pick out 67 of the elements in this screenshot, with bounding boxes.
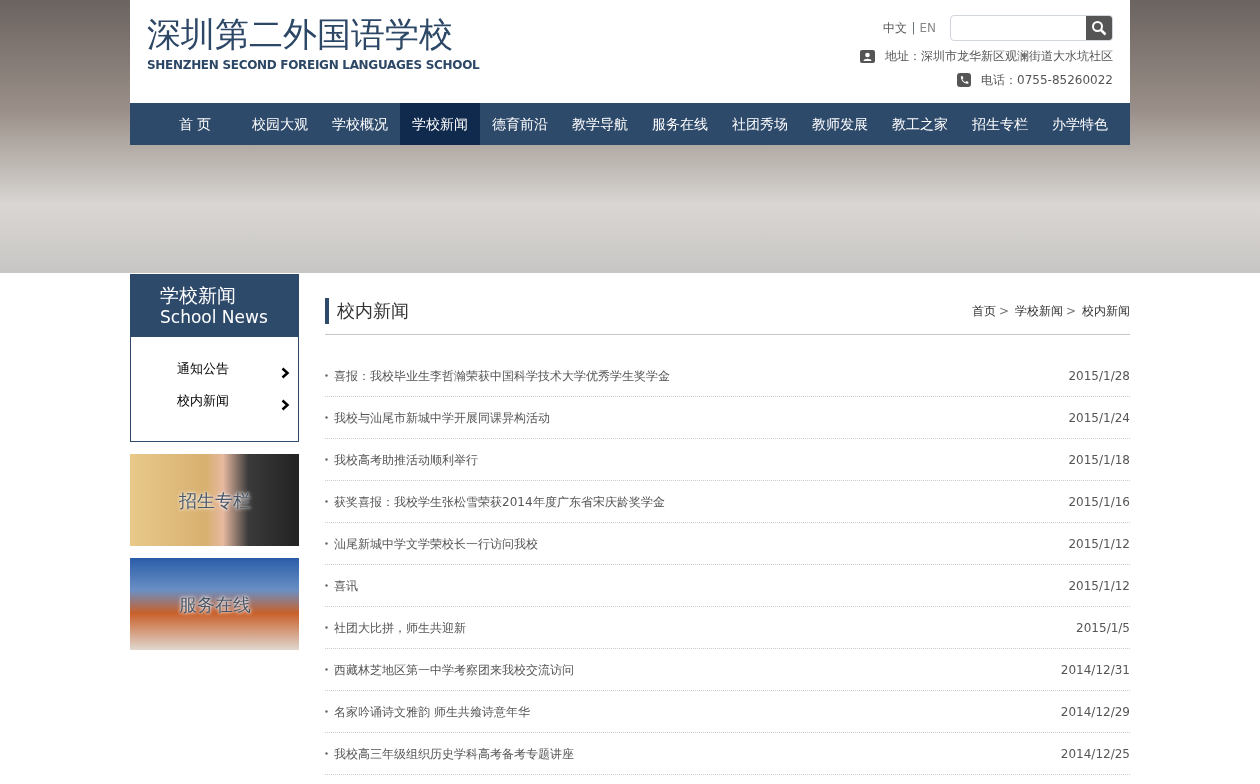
news-link[interactable]: 名家吟诵诗文雅韵 师生共飨诗意年华	[334, 702, 530, 721]
breadcrumb-separator: >	[1065, 303, 1076, 320]
bullet-icon	[325, 584, 328, 587]
nav-tab[interactable]: 德育前沿	[480, 103, 560, 145]
chevron-right-icon	[281, 367, 290, 379]
bullet-icon	[325, 458, 328, 461]
news-link[interactable]: 西藏林芝地区第一中学考察团来我校交流访问	[334, 660, 574, 679]
school-name-english: SHENZHEN SECOND FOREIGN LANGUAGES SCHOOL	[147, 57, 480, 74]
breadcrumb-link[interactable]: 校内新闻	[1082, 302, 1130, 320]
promo-label: 服务在线	[178, 592, 251, 617]
sidebar-item[interactable]: 校内新闻	[131, 385, 298, 417]
news-date: 2015/1/12	[1068, 577, 1130, 595]
sidebar-title: 学校新闻	[160, 284, 237, 306]
bullet-icon	[325, 542, 328, 545]
nav-tab[interactable]: 办学特色	[1040, 103, 1120, 145]
bullet-icon	[325, 668, 328, 671]
news-link[interactable]: 汕尾新城中学文学荣校长一行访问我校	[334, 534, 538, 553]
nav-tab[interactable]: 社团秀场	[720, 103, 800, 145]
contact-card-icon	[860, 49, 875, 63]
chevron-right-icon	[281, 399, 290, 411]
news-date: 2014/12/29	[1060, 703, 1130, 721]
breadcrumb-link[interactable]: 首页	[971, 302, 996, 320]
language-link[interactable]: 中文	[883, 19, 908, 37]
news-link[interactable]: 喜报：我校毕业生李哲瀚荣获中国科学技术大学优秀学生奖学金	[334, 366, 670, 385]
bullet-icon	[325, 500, 328, 503]
news-date: 2014/12/25	[1060, 745, 1130, 763]
nav-tab[interactable]: 首 页	[150, 103, 240, 145]
language-link[interactable]: EN	[919, 19, 936, 37]
news-date: 2015/1/5	[1076, 619, 1130, 637]
news-date: 2015/1/28	[1068, 367, 1130, 385]
news-link[interactable]: 我校与汕尾市新城中学开展同课异构活动	[334, 408, 550, 427]
breadcrumb-separator: >	[998, 303, 1009, 320]
breadcrumb-link[interactable]: 学校新闻	[1014, 302, 1063, 320]
nav-tab[interactable]: 教工之家	[880, 103, 960, 145]
news-date: 2015/1/16	[1068, 493, 1130, 511]
search-icon	[1091, 20, 1107, 36]
address-text: 地址：深圳市龙华新区观澜街道大水坑社区	[885, 48, 1113, 65]
nav-tab[interactable]: 学校新闻	[400, 103, 480, 145]
bullet-icon	[325, 626, 328, 629]
news-date: 2014/12/31	[1060, 661, 1130, 679]
news-date: 2015/1/12	[1068, 535, 1130, 553]
bullet-icon	[325, 374, 328, 377]
news-link[interactable]: 喜讯	[334, 576, 358, 595]
news-date: 2015/1/18	[1068, 451, 1130, 469]
nav-tab[interactable]: 招生专栏	[960, 103, 1040, 145]
nav-tab[interactable]: 教学导航	[560, 103, 640, 145]
language-separator: |	[911, 20, 916, 37]
nav-tab[interactable]: 校园大观	[240, 103, 320, 145]
school-name: 深圳第二外国语学校	[147, 13, 454, 56]
news-link[interactable]: 社团大比拼，师生共迎新	[334, 618, 466, 637]
nav-tab[interactable]: 教师发展	[800, 103, 880, 145]
sidebar-title-english: School News	[160, 306, 269, 328]
sidebar-item[interactable]: 通知公告	[131, 353, 298, 385]
bullet-icon	[325, 416, 328, 419]
news-date: 2015/1/24	[1068, 409, 1130, 427]
news-link[interactable]: 获奖喜报：我校学生张松雪荣获2014年度广东省宋庆龄奖学金	[334, 492, 665, 511]
news-link[interactable]: 我校高考助推活动顺利举行	[334, 450, 478, 469]
bullet-icon	[325, 752, 328, 755]
bullet-icon	[325, 710, 328, 713]
nav-tab[interactable]: 学校概况	[320, 103, 400, 145]
phone-icon	[957, 73, 972, 87]
search-button[interactable]	[1086, 16, 1112, 40]
section-title: 校内新闻	[325, 298, 409, 324]
phone-text: 电话：0755-85260022	[981, 72, 1113, 89]
search-field[interactable]	[950, 15, 1113, 41]
nav-tab[interactable]: 服务在线	[640, 103, 720, 145]
news-link[interactable]: 我校高三年级组织历史学科高考备考专题讲座	[334, 744, 574, 763]
